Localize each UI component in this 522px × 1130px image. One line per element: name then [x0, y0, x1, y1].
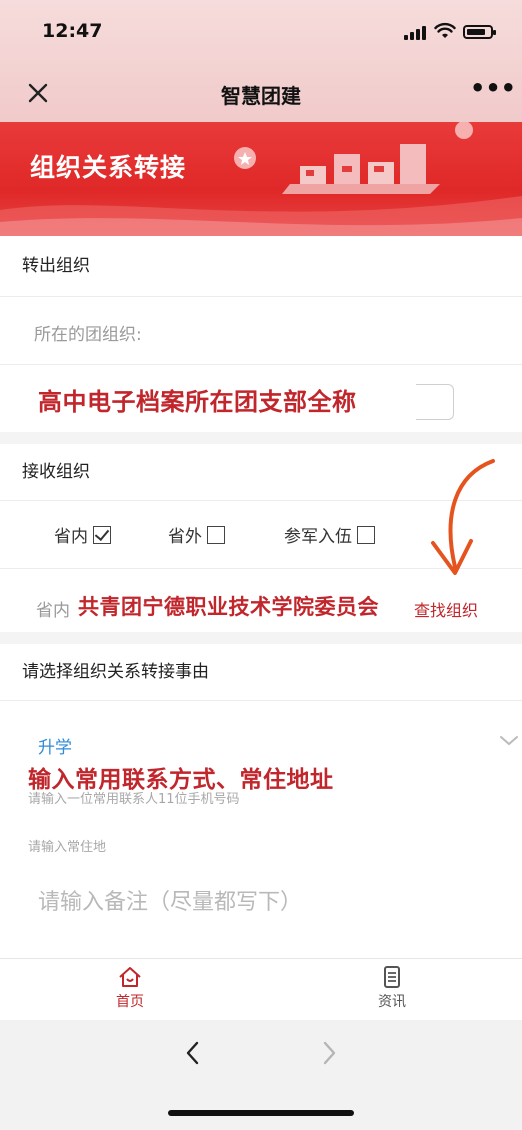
more-options-button[interactable]: ••• [470, 76, 516, 106]
transfer-out-heading: 转出组织 [0, 236, 522, 296]
cellular-signal-icon [404, 24, 428, 40]
tab-home[interactable]: 首页 [100, 965, 160, 1011]
home-indicator[interactable] [168, 1110, 354, 1116]
banner: 组织关系转接 [0, 122, 522, 236]
home-icon [119, 967, 141, 987]
checkbox-icon[interactable] [207, 525, 225, 544]
current-org-label: 所在的团组织: [34, 325, 142, 345]
remark-input[interactable]: 请输入备注（尽量都写下） [38, 884, 302, 916]
chevron-down-icon[interactable] [498, 732, 520, 750]
page-title: 智慧团建 [221, 84, 301, 108]
annotation-arrow-icon [431, 459, 495, 575]
tab-news[interactable]: 资讯 [362, 965, 422, 1011]
status-time: 12:47 [42, 20, 103, 42]
option-military[interactable]: 参军入伍 [284, 522, 375, 547]
current-org-input[interactable] [416, 384, 454, 420]
option-in-province[interactable]: 省内 [54, 522, 111, 547]
find-org-button[interactable]: 查找组织 [414, 597, 478, 621]
receive-org-name: 共青团宁德职业技术学院委员会 [78, 595, 379, 619]
checkbox-icon[interactable] [357, 525, 375, 544]
reason-heading: 请选择组织关系转接事由 [0, 644, 522, 700]
current-org-annotation: 高中电子档案所在团支部全称 [38, 388, 357, 416]
top-bar: 12:47 智慧团建 ••• [0, 0, 522, 122]
tab-news-label: 资讯 [378, 994, 406, 1010]
checkbox-checked-icon[interactable] [93, 525, 111, 544]
tab-bar: 首页 资讯 [0, 958, 522, 1020]
tab-home-label: 首页 [116, 994, 144, 1010]
address-input[interactable]: 请输入常住地 [28, 836, 106, 855]
back-arrow-icon[interactable] [182, 1040, 204, 1066]
forward-arrow-icon[interactable] [318, 1040, 340, 1066]
wifi-icon [434, 22, 456, 38]
option-out-province[interactable]: 省外 [168, 522, 225, 547]
province-prefix: 省内 [36, 601, 70, 621]
battery-icon [463, 25, 496, 39]
reason-select[interactable]: 升学 [38, 733, 72, 758]
contact-annotation: 输入常用联系方式、常住地址 [28, 767, 334, 793]
banner-title: 组织关系转接 [30, 153, 187, 182]
news-icon [384, 966, 400, 988]
